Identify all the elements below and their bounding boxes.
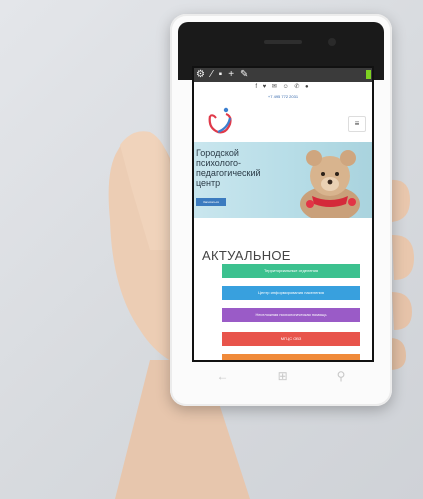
- banner-title: Городской психолого- педагогический цент…: [196, 148, 261, 188]
- banner-button[interactable]: Записаться: [196, 198, 226, 206]
- tools-icon[interactable]: ⚙: [196, 68, 205, 82]
- battery-icon: [366, 70, 371, 79]
- emergency-help-button[interactable]: Неотложная психологическая помощь: [222, 308, 360, 322]
- hamburger-menu-icon[interactable]: ≡: [348, 116, 366, 132]
- speaker-grille: [264, 40, 302, 44]
- windows-home-icon[interactable]: ⊞: [278, 369, 288, 383]
- site-phone[interactable]: +7 495 772 2031: [194, 94, 372, 99]
- mgcs-ovz-button[interactable]: МГЦС ОВЗ: [222, 332, 360, 346]
- teddy-bear-image: [300, 150, 360, 218]
- search-icon[interactable]: ⚲: [337, 369, 346, 383]
- browser-toolbar: ⚙ ⁄ ▪ + ✎: [194, 68, 372, 82]
- pencil-icon[interactable]: ✎: [240, 68, 248, 82]
- social-icons[interactable]: f ♥ ✉ ☺ ✆ ●: [194, 83, 372, 93]
- site-logo[interactable]: [204, 106, 238, 136]
- hero-banner: Городской психолого- педагогический цент…: [194, 142, 372, 218]
- comment-icon[interactable]: ▪: [219, 68, 223, 82]
- phone-screen: ⚙ ⁄ ▪ + ✎ f ♥ ✉ ☺ ✆ ● +7 495 772 2031 ≡ …: [192, 66, 374, 362]
- smartphone: ⚙ ⁄ ▪ + ✎ f ♥ ✉ ☺ ✆ ● +7 495 772 2031 ≡ …: [170, 14, 392, 406]
- back-arrow-icon[interactable]: ←: [217, 369, 229, 383]
- front-camera: [328, 38, 336, 46]
- information-center-button[interactable]: Центр информирования населения: [222, 286, 360, 300]
- territorial-departments-button[interactable]: Территориальные отделения: [222, 264, 360, 278]
- more-button[interactable]: [222, 354, 360, 360]
- add-icon[interactable]: +: [228, 68, 234, 82]
- brush-icon[interactable]: ⁄: [211, 68, 213, 82]
- phone-navigation-bar: ← ⊞ ⚲: [192, 364, 370, 388]
- section-title: АКТУАЛЬНОЕ: [202, 248, 291, 263]
